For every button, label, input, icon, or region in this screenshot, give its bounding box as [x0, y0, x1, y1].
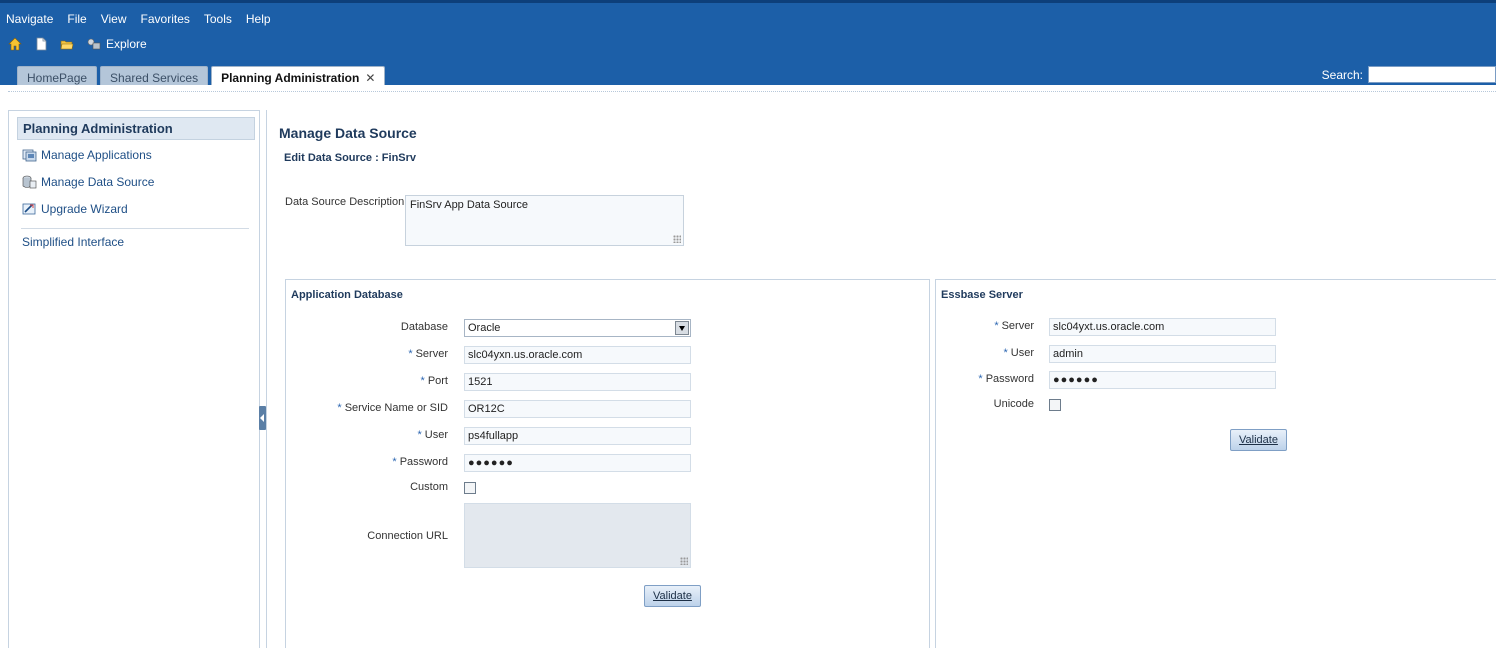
database-value: Oracle — [468, 322, 501, 334]
label-text: Password — [399, 456, 448, 468]
essbase-password-label: * Password — [978, 373, 1034, 385]
custom-checkbox[interactable] — [464, 482, 476, 494]
search-label: Search: — [1321, 68, 1363, 82]
tab-label: HomePage — [27, 71, 88, 85]
collapse-panel-handle[interactable] — [259, 406, 266, 430]
top-header: Navigate File View Favorites Tools Help … — [0, 0, 1496, 89]
server-input[interactable]: slc04yxn.us.oracle.com — [464, 346, 691, 364]
label-text: User — [424, 429, 448, 441]
sid-input[interactable]: OR12C — [464, 400, 691, 418]
unicode-checkbox[interactable] — [1049, 399, 1061, 411]
label-text: Password — [985, 373, 1034, 385]
open-folder-icon[interactable] — [60, 37, 74, 51]
sidebar-title: Planning Administration — [17, 117, 255, 140]
description-label: Data Source Description — [285, 196, 405, 208]
menu-file[interactable]: File — [67, 12, 86, 26]
label-text: User — [1010, 347, 1034, 359]
main-content: Manage Data Source Edit Data Source : Fi… — [266, 110, 1496, 648]
user-label: * User — [417, 429, 448, 441]
user-input[interactable]: ps4fullapp — [464, 427, 691, 445]
sidebar: Planning Administration Manage Applicati… — [8, 110, 260, 648]
application-database-panel: Application Database Database Oracle * Se… — [285, 279, 930, 648]
database-select[interactable]: Oracle — [464, 319, 691, 337]
divider — [21, 228, 249, 229]
explore-label[interactable]: Explore — [106, 37, 147, 51]
essbase-server-label: * Server — [994, 320, 1034, 332]
menu-bar: Navigate File View Favorites Tools Help — [6, 12, 271, 26]
toolbar: Explore — [8, 37, 147, 51]
essbase-user-label: * User — [1003, 347, 1034, 359]
sidebar-item-label: Manage Applications — [41, 148, 152, 162]
menu-help[interactable]: Help — [246, 12, 271, 26]
resize-handle-icon[interactable] — [680, 557, 688, 565]
page-title: Manage Data Source — [279, 125, 417, 141]
required-marker: * — [1003, 347, 1008, 359]
menu-favorites[interactable]: Favorites — [141, 12, 190, 26]
panel-title: Essbase Server — [941, 289, 1023, 301]
sidebar-item-manage-data-source[interactable]: Manage Data Source — [22, 175, 154, 189]
manage-applications-icon — [22, 148, 37, 162]
required-marker: * — [392, 456, 397, 468]
upgrade-wizard-icon — [22, 202, 37, 216]
connection-url-textarea[interactable] — [464, 503, 691, 568]
divider — [8, 91, 1496, 92]
label-text: Server — [415, 348, 448, 360]
required-marker: * — [408, 348, 413, 360]
database-label: Database — [401, 321, 448, 333]
essbase-user-input[interactable]: admin — [1049, 345, 1276, 363]
sidebar-item-label: Upgrade Wizard — [41, 202, 128, 216]
sidebar-item-manage-applications[interactable]: Manage Applications — [22, 148, 152, 162]
resize-handle-icon[interactable] — [673, 235, 681, 243]
chevron-down-icon[interactable] — [675, 321, 689, 335]
password-input[interactable]: ●●●●●● — [464, 454, 691, 472]
menu-navigate[interactable]: Navigate — [6, 12, 53, 26]
tab-label: Shared Services — [110, 71, 199, 85]
new-document-icon[interactable] — [34, 37, 48, 51]
essbase-server-panel: Essbase Server * Server slc04yxt.us.oracl… — [935, 279, 1496, 648]
sidebar-item-upgrade-wizard[interactable]: Upgrade Wizard — [22, 202, 128, 216]
label-text: Connection URL — [367, 530, 448, 542]
required-marker: * — [417, 429, 422, 441]
essbase-validate-button[interactable]: Validate — [1230, 429, 1287, 451]
required-marker: * — [994, 320, 999, 332]
label-text: Port — [427, 375, 448, 387]
home-icon[interactable] — [8, 37, 22, 51]
label-text: Custom — [410, 481, 448, 493]
essbase-server-input[interactable]: slc04yxt.us.oracle.com — [1049, 318, 1276, 336]
connection-url-label: Connection URL — [367, 530, 448, 542]
manage-data-source-icon — [22, 175, 37, 189]
description-value: FinSrv App Data Source — [410, 199, 529, 211]
menu-view[interactable]: View — [101, 12, 127, 26]
explore-icon[interactable] — [86, 37, 101, 51]
required-marker: * — [978, 373, 983, 385]
server-label: * Server — [408, 348, 448, 360]
label-text: Unicode — [993, 398, 1034, 410]
label-text: Service Name or SID — [344, 402, 448, 414]
label-text: Server — [1001, 320, 1034, 332]
custom-label: Custom — [410, 481, 448, 493]
sid-label: * Service Name or SID — [337, 402, 448, 414]
required-marker: * — [420, 375, 425, 387]
port-label: * Port — [421, 375, 448, 387]
sidebar-item-label: Manage Data Source — [41, 175, 155, 189]
close-icon[interactable]: ✕ — [365, 71, 375, 85]
port-input[interactable]: 1521 — [464, 373, 691, 391]
search-input[interactable] — [1368, 66, 1496, 83]
validate-button[interactable]: Validate — [644, 585, 701, 607]
tab-label: Planning Administration — [221, 71, 360, 85]
required-marker: * — [337, 402, 342, 414]
panel-title: Application Database — [291, 289, 403, 301]
label-text: Database — [400, 321, 448, 333]
page-subtitle: Edit Data Source : FinSrv — [284, 152, 417, 164]
menu-tools[interactable]: Tools — [204, 12, 232, 26]
simplified-interface-link[interactable]: Simplified Interface — [22, 235, 124, 249]
password-label: * Password — [392, 456, 448, 468]
essbase-password-input[interactable]: ●●●●●● — [1049, 371, 1276, 389]
unicode-label: Unicode — [994, 398, 1034, 410]
description-textarea[interactable]: FinSrv App Data Source — [405, 195, 684, 246]
